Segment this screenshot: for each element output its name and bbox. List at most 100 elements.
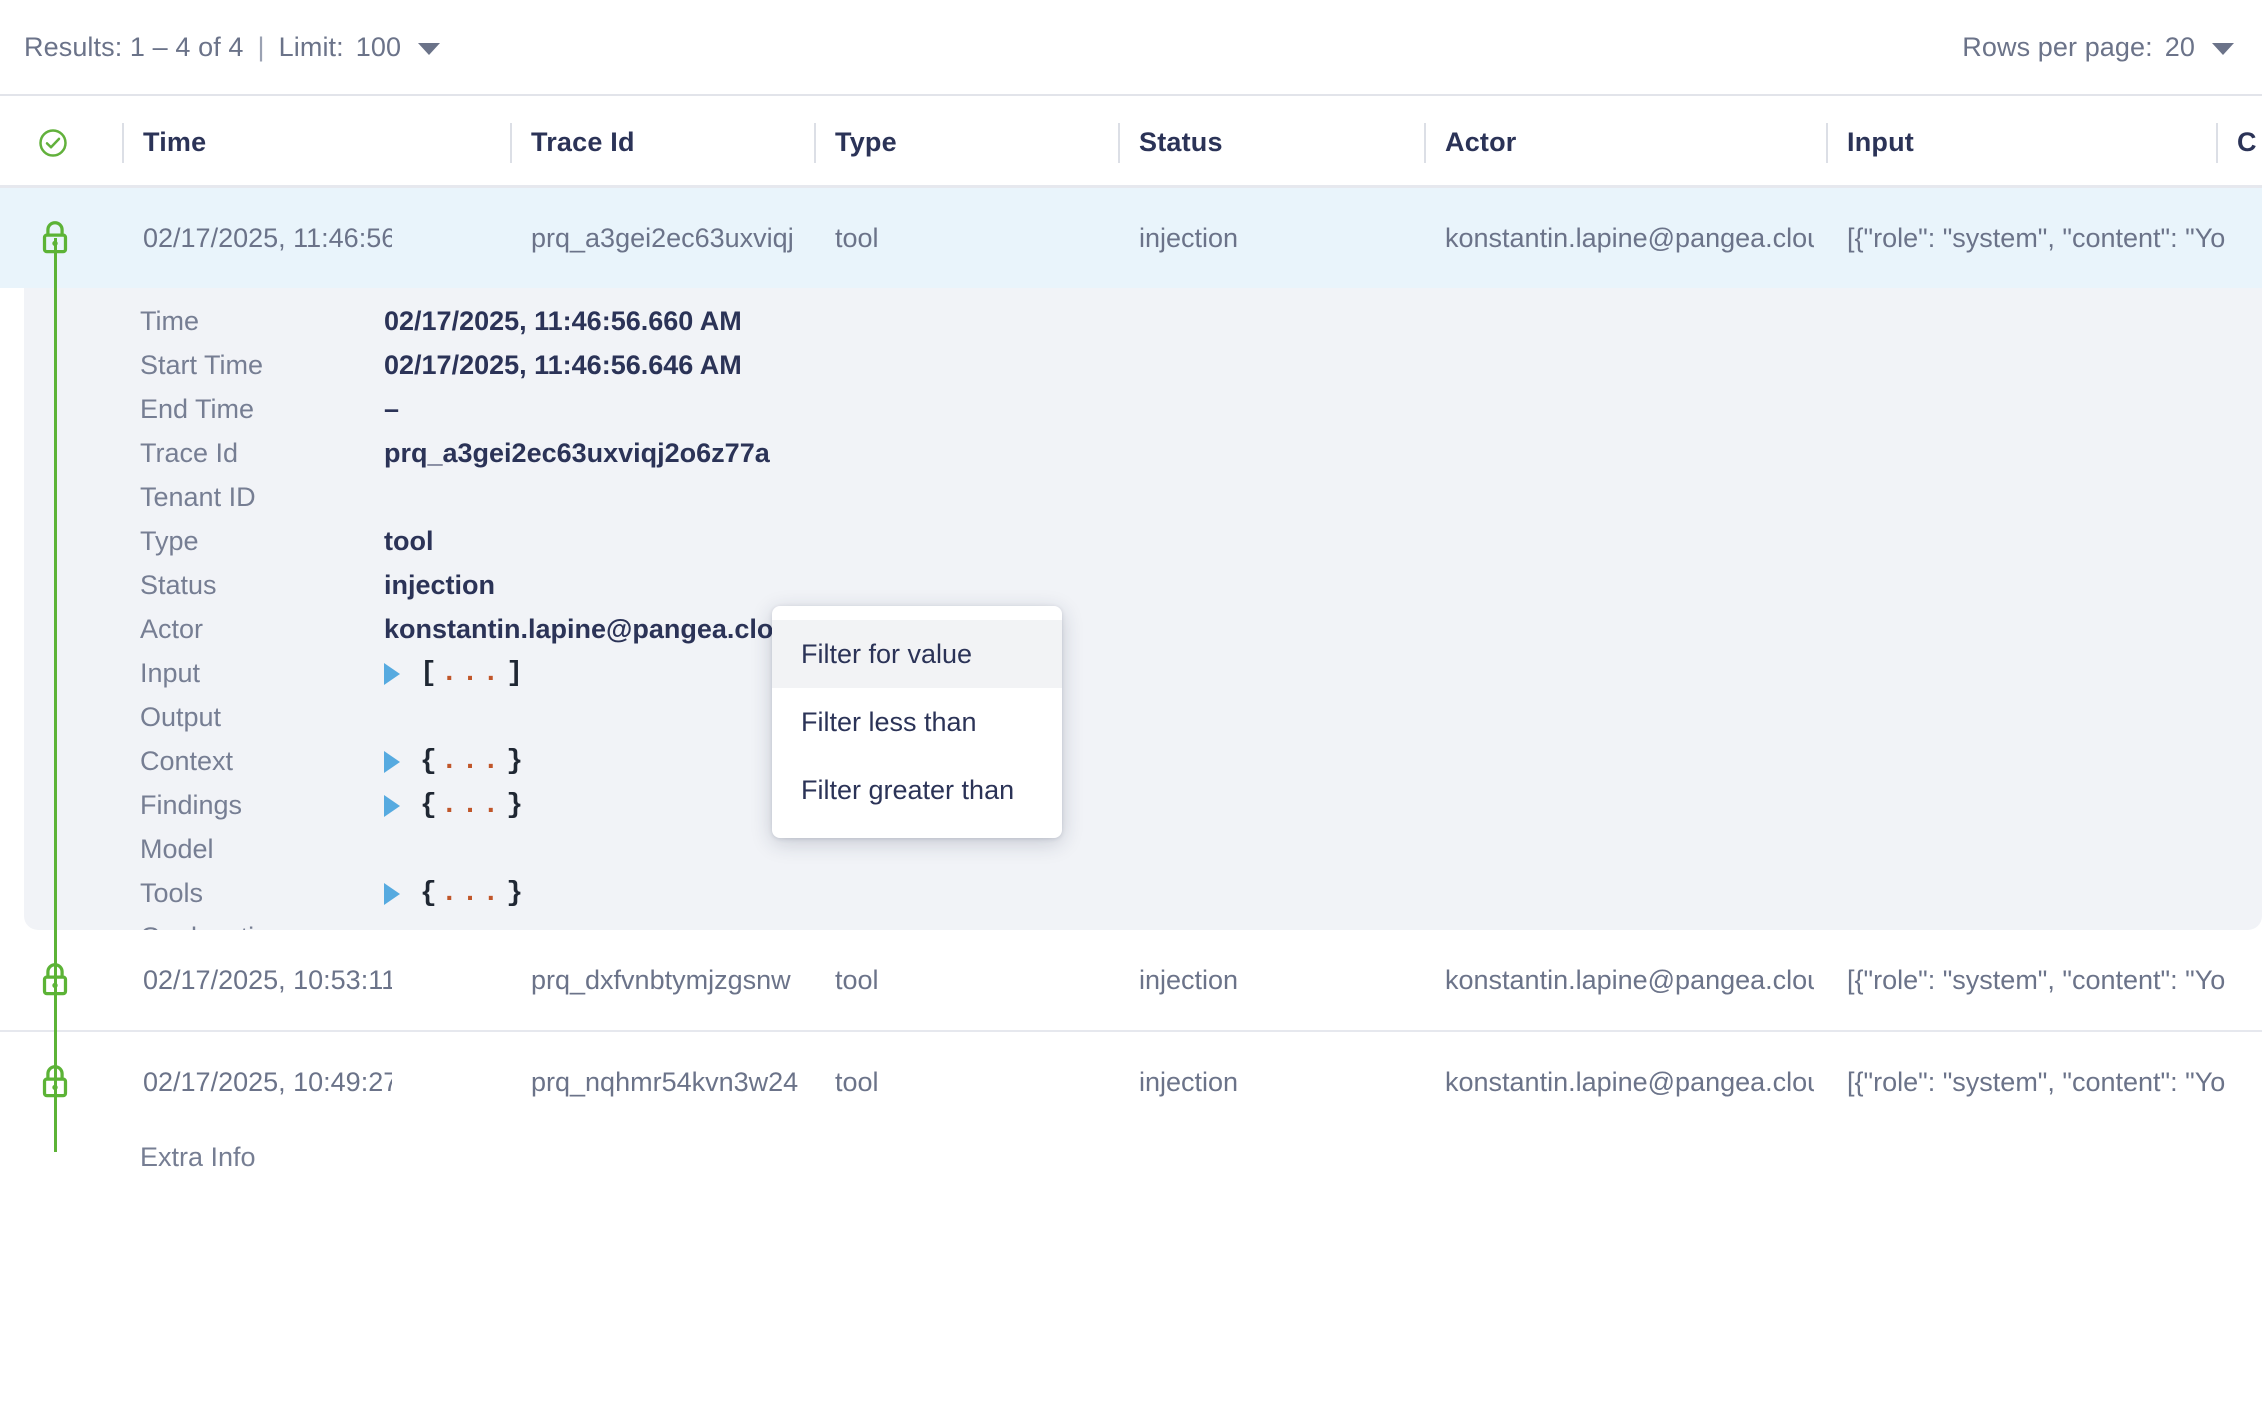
- collapsed-json-token: [...]: [420, 658, 525, 689]
- detail-json-toggle[interactable]: {...}: [384, 746, 524, 777]
- detail-field-value: tool: [384, 526, 434, 556]
- cell-trace-id: prq_a3gei2ec63uxviqj: [531, 222, 794, 253]
- lock-closed-icon[interactable]: [38, 188, 72, 288]
- detail-field-value: konstantin.lapine@pangea.cloud: [384, 614, 807, 644]
- detail-row: Start Time 02/17/2025, 11:46:56.646 AM: [140, 350, 1340, 394]
- column-header-status[interactable]: Status: [1118, 96, 1368, 188]
- detail-field-label: Start Time: [140, 350, 264, 380]
- cell-type: tool: [835, 1066, 879, 1097]
- cell-actor: konstantin.lapine@pangea.clou: [1445, 1066, 1814, 1097]
- audit-log-table: Time Trace Id Type Status Actor Input C …: [0, 96, 2262, 1172]
- toolbar-left-group: Results: 1 – 4 of 4 | Limit: 100: [24, 31, 441, 63]
- cell-input: [{"role": "system", "content": "Yo: [1847, 222, 2226, 253]
- detail-field-value: –: [384, 394, 400, 424]
- detail-field-label: Extra Info: [140, 1142, 256, 1172]
- lock-closed-icon[interactable]: [38, 1032, 72, 1132]
- limit-value[interactable]: 100: [356, 32, 401, 63]
- detail-row: Tenant ID: [140, 482, 1340, 526]
- collapsed-json-token: {...}: [420, 790, 525, 821]
- detail-field-label: Tools: [140, 878, 204, 908]
- detail-field-label: Context: [140, 746, 234, 776]
- detail-field-label: Output: [140, 702, 222, 732]
- column-header-input[interactable]: Input: [1826, 96, 2216, 188]
- cell-status: injection: [1139, 222, 1239, 253]
- detail-field-label: Time: [140, 306, 199, 336]
- cell-status: injection: [1139, 964, 1239, 995]
- expand-triangle-icon[interactable]: [384, 750, 400, 773]
- detail-row: Trace Id prq_a3gei2ec63uxviqj2o6z77a: [140, 438, 1340, 482]
- column-header-time[interactable]: Time: [122, 96, 382, 188]
- rows-per-page-value[interactable]: 20: [2165, 32, 2195, 63]
- column-header-actor[interactable]: Actor: [1424, 96, 1784, 188]
- detail-row: Status injection: [140, 570, 1340, 614]
- detail-panel-wrapper: Time 02/17/2025, 11:46:56.660 AM Start Tim…: [0, 288, 2262, 1172]
- expand-triangle-icon[interactable]: [384, 794, 400, 817]
- limit-chevron-down-icon[interactable]: [418, 43, 441, 55]
- results-count-label: Results: 1 – 4 of 4: [24, 31, 244, 62]
- detail-field-label: End Time: [140, 394, 255, 424]
- detail-field-label: Input: [140, 658, 201, 688]
- menu-item-filter-less-than[interactable]: Filter less than: [772, 688, 1062, 756]
- detail-json-toggle[interactable]: {...}: [384, 790, 524, 821]
- detail-field-label: Model: [140, 834, 214, 864]
- detail-field-value: 02/17/2025, 11:46:56.660 AM: [384, 306, 742, 336]
- detail-field-label: Actor: [140, 614, 204, 644]
- column-header-trace-id[interactable]: Trace Id: [510, 96, 760, 188]
- table-header-row: Time Trace Id Type Status Actor Input C: [0, 96, 2262, 188]
- detail-row: End Time –: [140, 394, 1340, 438]
- detail-field-label: Tenant ID: [140, 482, 256, 512]
- cell-time: 02/17/2025, 11:46:56 AM: [143, 222, 392, 253]
- toolbar-right-group: Rows per page: 20: [1962, 32, 2234, 63]
- timeline-connector: [54, 288, 57, 930]
- expand-triangle-icon[interactable]: [384, 662, 400, 685]
- detail-row: Findings {...}: [140, 790, 1340, 834]
- toolbar-separator: |: [257, 31, 265, 62]
- detail-field-value: 02/17/2025, 11:46:56.646 AM: [384, 350, 742, 380]
- menu-item-filter-for-value[interactable]: Filter for value: [772, 620, 1062, 688]
- rows-per-page-label: Rows per page:: [1962, 31, 2153, 62]
- collapsed-json-token: {...}: [420, 878, 525, 909]
- cell-time: 02/17/2025, 10:53:11 AM: [143, 964, 392, 995]
- detail-row: Tools {...}: [140, 878, 1340, 922]
- rows-per-page-chevron-down-icon[interactable]: [2212, 43, 2234, 55]
- filter-context-menu[interactable]: Filter for value Filter less than Filter…: [772, 606, 1062, 838]
- detail-field-label: Findings: [140, 790, 243, 820]
- detail-row: Actor konstantin.lapine@pangea.cloud: [140, 614, 1340, 658]
- expand-triangle-icon[interactable]: [384, 882, 400, 905]
- table-row[interactable]: 02/17/2025, 10:49:27 AM prq_nqhmr54kvn3w…: [0, 1030, 2262, 1152]
- cell-actor: konstantin.lapine@pangea.clou: [1445, 964, 1814, 995]
- cell-time: 02/17/2025, 10:49:27 AM: [143, 1066, 392, 1097]
- cell-trace-id: prq_dxfvnbtymjzgsnw: [531, 964, 791, 995]
- detail-field-label: Trace Id: [140, 438, 239, 468]
- detail-json-toggle[interactable]: {...}: [384, 878, 524, 909]
- menu-item-filter-greater-than[interactable]: Filter greater than: [772, 756, 1062, 824]
- detail-row: Model: [140, 834, 1340, 878]
- check-circle-icon[interactable]: [38, 128, 68, 158]
- limit-label: Limit:: [278, 31, 344, 62]
- cell-actor: konstantin.lapine@pangea.clou: [1445, 222, 1814, 253]
- detail-field-value: injection: [384, 570, 496, 600]
- table-row[interactable]: 02/17/2025, 10:53:11 AM prq_dxfvnbtymjzg…: [0, 906, 2262, 1030]
- cell-status: injection: [1139, 1066, 1239, 1097]
- column-header-type[interactable]: Type: [814, 96, 1064, 188]
- collapsed-json-token: {...}: [420, 746, 525, 777]
- cell-input: [{"role": "system", "content": "Yo: [1847, 1066, 2226, 1097]
- detail-field-value: prq_a3gei2ec63uxviqj2o6z77a: [384, 438, 770, 468]
- row-detail-panel: Time 02/17/2025, 11:46:56.660 AM Start Tim…: [24, 288, 2262, 1172]
- detail-row: Context {...}: [140, 746, 1340, 790]
- lock-closed-icon[interactable]: [38, 930, 72, 1030]
- detail-row: Time 02/17/2025, 11:46:56.660 AM: [140, 306, 1340, 350]
- detail-field-label: Type: [140, 526, 199, 556]
- detail-row: Input [...]: [140, 658, 1340, 702]
- cell-trace-id: prq_nqhmr54kvn3w24: [531, 1066, 799, 1097]
- detail-field-label: Status: [140, 570, 217, 600]
- detail-row: Type tool: [140, 526, 1340, 570]
- table-row[interactable]: 02/17/2025, 11:46:56 AM prq_a3gei2ec63ux…: [0, 188, 2262, 288]
- cell-type: tool: [835, 964, 879, 995]
- cell-input: [{"role": "system", "content": "Yo: [1847, 964, 2226, 995]
- detail-json-toggle[interactable]: [...]: [384, 658, 524, 689]
- detail-row: Output: [140, 702, 1340, 746]
- column-header-truncated[interactable]: C: [2216, 96, 2262, 188]
- cell-type: tool: [835, 222, 879, 253]
- detail-row: Extra Info: [140, 1142, 1340, 1186]
